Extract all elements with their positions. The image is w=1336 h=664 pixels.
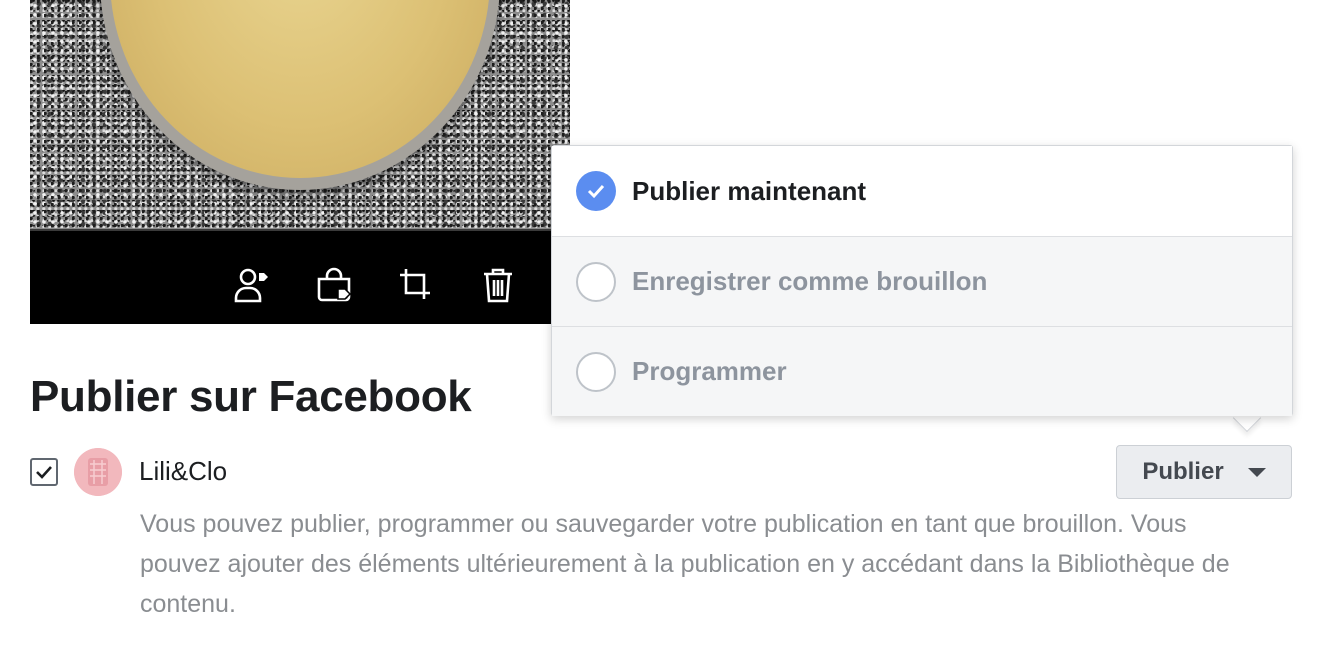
- chevron-down-icon: [1247, 467, 1266, 477]
- account-checkbox[interactable]: [30, 458, 58, 486]
- publish-page: Publier sur Facebook Lili&Clo Vous pouve…: [0, 0, 1336, 664]
- menu-item-label: Publier maintenant: [632, 175, 867, 206]
- page-logo-icon: [74, 448, 122, 496]
- menu-item-label: Enregistrer comme brouillon: [632, 266, 988, 296]
- publish-button[interactable]: Publier: [1116, 445, 1292, 499]
- shopping-bag-tag-icon[interactable]: [312, 263, 356, 307]
- radio-unselected-icon: [576, 261, 616, 302]
- post-photo: [30, 0, 570, 229]
- avatar: [74, 448, 122, 496]
- tart-filling: [110, 0, 490, 178]
- photo-toolbar: [30, 229, 570, 324]
- trash-icon[interactable]: [476, 263, 520, 307]
- menu-item-schedule[interactable]: Programmer: [552, 326, 1292, 416]
- tag-person-icon[interactable]: [230, 263, 274, 307]
- radio-unselected-icon: [576, 351, 616, 392]
- menu-item-save-draft[interactable]: Enregistrer comme brouillon: [552, 236, 1292, 326]
- publish-options-menu: Publier maintenant Enregistrer comme bro…: [551, 145, 1293, 416]
- publish-button-label: Publier: [1142, 458, 1224, 485]
- checkmark-icon: [36, 466, 52, 479]
- account-name: Lili&Clo: [139, 456, 228, 486]
- crop-icon[interactable]: [394, 263, 438, 307]
- menu-item-publish-now[interactable]: Publier maintenant: [552, 146, 1292, 236]
- page-title: Publier sur Facebook: [30, 372, 472, 421]
- radio-selected-icon: [576, 171, 616, 211]
- publish-help-text: Vous pouvez publier, programmer ou sauve…: [140, 510, 1230, 618]
- menu-item-label: Programmer: [632, 356, 787, 386]
